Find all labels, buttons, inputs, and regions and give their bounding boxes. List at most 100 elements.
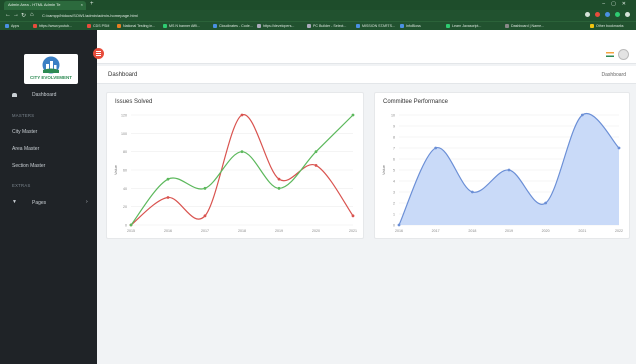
bookmark-item[interactable]: Dashboard | Name...: [505, 24, 544, 28]
bookmark-item[interactable]: Learn Javascript...: [446, 24, 481, 28]
window-controls[interactable]: –▢✕: [602, 1, 632, 7]
bookmark-label: MISSION STARTS...: [362, 24, 396, 28]
data-point: [470, 190, 474, 194]
data-point: [351, 113, 355, 117]
y-tick-label: 3: [393, 191, 395, 195]
y-tick-label: 2: [393, 202, 395, 206]
bookmark-icon: [590, 24, 594, 28]
y-tick-label: 20: [123, 205, 127, 209]
y-tick-label: 120: [121, 114, 127, 118]
user-avatar[interactable]: [618, 49, 629, 60]
data-point: [129, 223, 133, 227]
data-point: [434, 146, 438, 150]
bookmark-label: Other bookmarks: [596, 24, 624, 28]
browser-tab-title: Admin Area - HTML Admin Te: [8, 2, 61, 7]
x-tick-label: 2017: [201, 229, 209, 233]
bookmark-icon: [400, 24, 404, 28]
sidebar-item-label: City Master: [12, 129, 38, 135]
committee-performance-card: Committee Performance 0 1 2 3 4 5 6 7 8 9 10 2016 20…: [374, 92, 630, 239]
home-icon[interactable]: ⌂: [30, 12, 34, 18]
bookmark-icon: [213, 24, 217, 28]
bookmark-item[interactable]: National Testing in...: [117, 24, 155, 28]
y-tick-label: 8: [393, 136, 395, 140]
extension-icons: [585, 12, 630, 17]
bookmark-item[interactable]: https://developers...: [257, 24, 294, 28]
url-field[interactable]: C:/xampp/htdocs/SOW1/admin/admin-homepag…: [42, 12, 542, 19]
breadcrumb-link[interactable]: Dashboard: [602, 72, 626, 78]
data-point: [580, 113, 584, 117]
bookmark-icon: [446, 24, 450, 28]
extension-icon[interactable]: [615, 12, 620, 17]
bookmark-item[interactable]: CDS PSM: [87, 24, 109, 28]
extension-icon[interactable]: [595, 12, 600, 17]
y-tick-label: 1: [393, 213, 395, 217]
data-point: [351, 214, 355, 218]
data-point: [240, 150, 244, 154]
data-point: [240, 113, 244, 117]
y-tick-label: 60: [123, 169, 127, 173]
bookmark-item[interactable]: MS N banner Affli...: [163, 24, 200, 28]
issues-solved-card: Issues Solved 0 20 40 60 80 100 120 2015 2016 201…: [106, 92, 364, 239]
bookmark-item[interactable]: Apps: [5, 24, 19, 28]
sidebar-item-label: Section Master: [12, 163, 46, 169]
page-title: Dashboard: [108, 72, 138, 78]
sidebar-item-label: Pages: [32, 200, 47, 206]
x-tick-label: 2020: [542, 229, 550, 233]
y-tick-label: 100: [121, 132, 127, 136]
x-tick-label: 2015: [127, 229, 135, 233]
sidebar-item-label: Area Master: [12, 146, 40, 152]
reload-icon[interactable]: ↻: [21, 12, 26, 19]
data-point: [277, 186, 281, 190]
chevron-right-icon: ›: [86, 199, 88, 205]
bookmark-item[interactable]: https://www.youtub...: [33, 24, 72, 28]
data-point: [314, 150, 318, 154]
browser-tab[interactable]: Admin Area - HTML Admin Te ×: [4, 1, 86, 10]
tab-close-icon[interactable]: ×: [81, 2, 83, 7]
flag-icon[interactable]: [606, 52, 614, 57]
data-point: [277, 177, 281, 181]
x-tick-label: 2022: [615, 229, 623, 233]
x-tick-label: 2016: [164, 229, 172, 233]
sidebar-toggle-button[interactable]: [93, 48, 104, 59]
top-bar: [97, 30, 636, 64]
extension-icon[interactable]: [605, 12, 610, 17]
bookmark-icon: [307, 24, 311, 28]
sidebar-heading-extras: EXTRAS: [12, 183, 31, 188]
y-axis-label: Value: [113, 164, 118, 175]
x-tick-label: 2021: [349, 229, 357, 233]
bookmark-item[interactable]: InfoBloss: [400, 24, 421, 28]
browser-tab-bar: Admin Area - HTML Admin Te × + –▢✕: [0, 0, 636, 10]
bookmark-icon: [356, 24, 360, 28]
bookmark-item[interactable]: PC Builder - Select...: [307, 24, 346, 28]
bookmark-label: PC Builder - Select...: [313, 24, 347, 28]
bookmark-icon: [163, 24, 167, 28]
bookmark-item[interactable]: MISSION STARTS...: [356, 24, 395, 28]
data-point: [203, 214, 207, 218]
bookmark-icon: [257, 24, 261, 28]
star-icon[interactable]: [585, 12, 590, 17]
bookmark-item[interactable]: Other bookmarks: [590, 24, 624, 28]
data-point: [507, 168, 511, 172]
data-point: [166, 196, 170, 199]
x-tick-label: 2018: [238, 229, 246, 233]
menu-icon[interactable]: [625, 12, 630, 17]
logo[interactable]: CITY EVOLVEMENT: [24, 54, 78, 84]
bookmark-item[interactable]: Cloudinates - Code...: [213, 24, 253, 28]
y-tick-label: 5: [393, 169, 395, 173]
bookmarks-bar: Apps https://www.youtub... CDS PSM National…: [0, 21, 636, 30]
y-tick-label: 10: [391, 114, 395, 118]
forward-icon[interactable]: →: [13, 12, 19, 18]
logo-text: CITY EVOLVEMENT: [29, 75, 73, 80]
sidebar-item-label: Dashboard: [32, 92, 57, 98]
y-axis-label: Value: [381, 164, 386, 175]
back-icon[interactable]: ←: [5, 12, 11, 18]
y-tick-label: 80: [123, 150, 127, 154]
x-tick-label: 2018: [468, 229, 476, 233]
data-point: [397, 223, 401, 227]
bookmark-icon: [505, 24, 509, 28]
bookmark-icon: [5, 24, 9, 28]
data-point: [203, 186, 207, 190]
bookmark-label: MS N banner Affli...: [169, 24, 200, 28]
new-tab-button[interactable]: +: [90, 1, 94, 7]
breadcrumb: Dashboard Dashboard: [97, 66, 636, 84]
